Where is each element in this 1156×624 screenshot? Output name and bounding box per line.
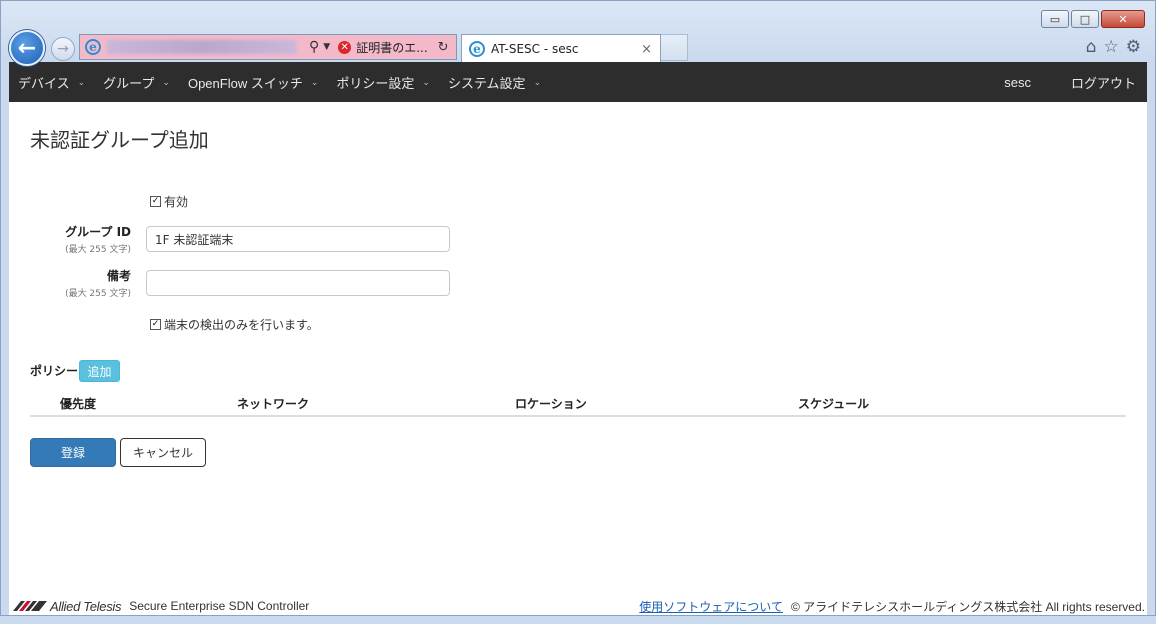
certificate-error-text[interactable]: 証明書のエ... [356, 39, 427, 56]
app-navbar: デバイス ⌄ グループ ⌄ OpenFlow スイッチ ⌄ ポリシー設定 ⌄ システム設… [9, 62, 1147, 102]
nav-system-settings-label: システム設定 [447, 75, 526, 91]
browser-toolbar-icons: ⌂ ☆ ⚙ [1086, 37, 1141, 57]
remarks-label: 備考 (最大 255 文字) [9, 267, 131, 299]
nav-openflow-switch-label: OpenFlow スイッチ [187, 75, 303, 91]
nav-devices-label: デバイス [18, 75, 70, 91]
ie-logo-icon: e [469, 41, 485, 57]
chevron-down-icon: ⌄ [162, 76, 170, 87]
chevron-down-icon: ⌄ [422, 76, 430, 87]
submit-button[interactable]: 登録 [30, 438, 116, 467]
page-content: 未認証グループ追加 ✓ 有効 グループ ID (最大 255 文字) 1F 未認… [9, 102, 1147, 615]
group-id-hint: (最大 255 文字) [65, 245, 131, 255]
group-id-label-text: グループ ID [65, 225, 131, 239]
footer-right: 使用ソフトウェアについて © アライドテレシスホールディングス株式会社 All … [639, 598, 1145, 615]
address-bar[interactable]: e ⚲ ▼ ✕ 証明書のエ... ↻ [79, 34, 457, 60]
address-url-blurred[interactable] [107, 40, 297, 54]
chevron-down-icon: ⌄ [533, 76, 542, 87]
remarks-input[interactable] [146, 270, 450, 296]
nav-groups-label: グループ [103, 75, 155, 91]
navbar-right: sesc ログアウト [1004, 73, 1147, 92]
remarks-hint: (最大 255 文字) [65, 289, 131, 299]
certificate-error-icon[interactable]: ✕ [338, 40, 352, 54]
column-schedule[interactable]: スケジュール [798, 395, 869, 412]
favorites-star-icon[interactable]: ☆ [1104, 37, 1119, 57]
remarks-label-text: 備考 [106, 269, 131, 283]
column-priority[interactable]: 優先度 [60, 395, 96, 412]
policy-label: ポリシー [30, 364, 79, 378]
refresh-icon[interactable]: ↻ [438, 40, 449, 55]
copyright-text: © アライドテレシスホールディングス株式会社 All rights reserv… [790, 599, 1145, 614]
enabled-row[interactable]: ✓ 有効 [150, 193, 188, 210]
browser-chrome: ▭ □ ✕ ← → e ⚲ ▼ ✕ 証明書のエ... ↻ e AT-SESC -… [0, 0, 1156, 66]
nav-policy-settings[interactable]: ポリシー設定 ⌄ [327, 62, 439, 102]
home-icon[interactable]: ⌂ [1086, 37, 1097, 57]
column-location[interactable]: ロケーション [515, 395, 587, 412]
back-arrow-icon: ← [17, 35, 37, 61]
allied-telesis-logo-icon [13, 601, 47, 611]
detect-only-row[interactable]: ✓ 端末の検出のみを行います。 [150, 316, 319, 333]
add-policy-button[interactable]: 追加 [79, 360, 120, 382]
group-id-input[interactable]: 1F 未認証端末 [146, 226, 450, 252]
cancel-button[interactable]: キャンセル [120, 438, 206, 467]
window-frame-left [0, 62, 9, 615]
policy-table-header: 優先度 ネットワーク ロケーション スケジュール [30, 390, 1126, 417]
detect-only-label[interactable]: 端末の検出のみを行います。 [164, 316, 319, 333]
ie-logo-icon: e [85, 39, 101, 55]
nav-groups[interactable]: グループ ⌄ [94, 62, 179, 102]
footer: Allied Telesis Secure Enterprise SDN Con… [9, 596, 1147, 616]
chevron-down-icon: ⌄ [77, 76, 86, 87]
logout-link[interactable]: ログアウト [1071, 73, 1136, 92]
chevron-down-icon: ⌄ [310, 76, 319, 87]
back-button[interactable]: ← [9, 30, 45, 66]
enabled-checkbox[interactable]: ✓ [150, 196, 161, 207]
group-id-label: グループ ID (最大 255 文字) [9, 223, 131, 255]
chevron-down-icon[interactable]: ▼ [323, 42, 330, 52]
maximize-button[interactable]: □ [1071, 10, 1099, 28]
nav-openflow-switch[interactable]: OpenFlow スイッチ ⌄ [179, 62, 327, 102]
close-window-button[interactable]: ✕ [1101, 10, 1145, 28]
brand-name: Allied Telesis [50, 598, 122, 614]
browser-tab[interactable]: e AT-SESC - sesc × [461, 34, 661, 63]
nav-system-settings[interactable]: システム設定 ⌄ [439, 62, 550, 102]
detect-only-checkbox[interactable]: ✓ [150, 319, 161, 330]
window-frame-bottom [0, 615, 1156, 624]
allied-telesis-logo: Allied Telesis [13, 598, 122, 614]
tab-title: AT-SESC - sesc [491, 42, 579, 56]
enabled-label[interactable]: 有効 [164, 193, 188, 210]
column-network[interactable]: ネットワーク [237, 395, 309, 412]
forward-arrow-icon: → [57, 41, 69, 57]
window-controls: ▭ □ ✕ [1041, 10, 1145, 28]
minimize-button[interactable]: ▭ [1041, 10, 1069, 28]
nav-user[interactable]: sesc [1004, 75, 1031, 90]
nav-devices[interactable]: デバイス ⌄ [9, 62, 94, 102]
settings-gear-icon[interactable]: ⚙ [1126, 37, 1141, 57]
software-info-link[interactable]: 使用ソフトウェアについて [639, 598, 783, 615]
page-title: 未認証グループ追加 [30, 128, 209, 152]
search-icon[interactable]: ⚲ [309, 39, 319, 55]
tab-close-icon[interactable]: × [641, 42, 652, 57]
forward-button[interactable]: → [51, 37, 75, 61]
nav-policy-settings-label: ポリシー設定 [336, 75, 415, 91]
window-frame-right [1147, 62, 1156, 615]
product-name: Secure Enterprise SDN Controller [129, 599, 310, 613]
new-tab-button[interactable] [661, 34, 688, 61]
